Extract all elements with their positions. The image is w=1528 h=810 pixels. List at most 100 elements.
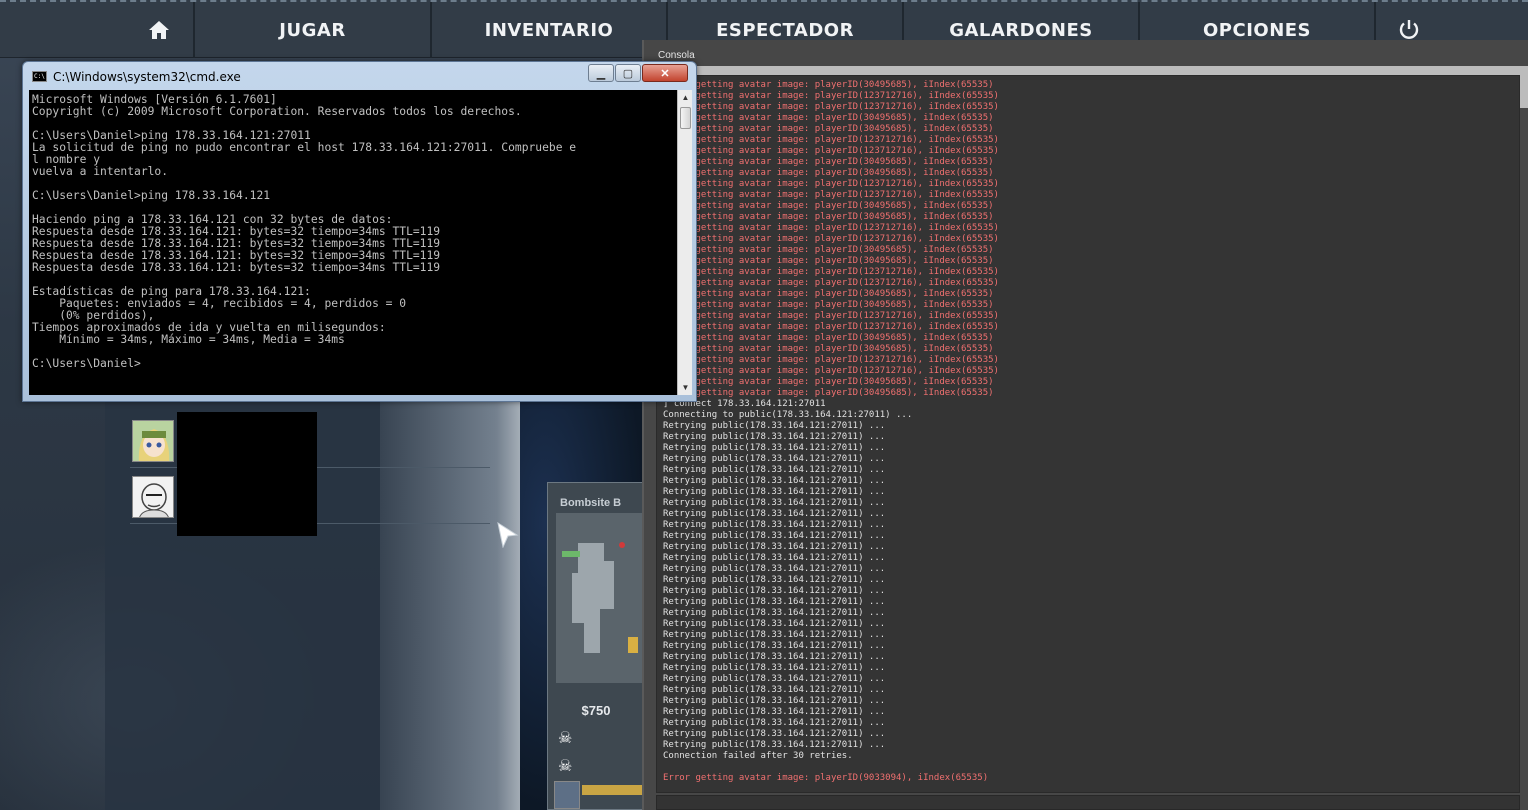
console-line: Retrying public(178.33.164.121:27011) ..… (663, 685, 886, 695)
map-title: Bombsite B (560, 497, 622, 509)
cmd-line: La solicitud de ping no pudo encontrar e… (32, 141, 577, 154)
console-line: Retrying public(178.33.164.121:27011) ..… (663, 498, 886, 508)
nav-home[interactable] (125, 2, 195, 58)
console-line: Retrying public(178.33.164.121:27011) ..… (663, 740, 886, 750)
console-line: Retrying public(178.33.164.121:27011) ..… (663, 509, 886, 519)
game-console-window: Consola Error getting avatar image: play… (642, 40, 1528, 810)
console-title: Consola (658, 50, 695, 61)
cmd-line: Mínimo = 34ms, Máximo = 34ms, Media = 34… (32, 333, 345, 346)
console-line: Retrying public(178.33.164.121:27011) ..… (663, 652, 886, 662)
console-error-line: Error getting avatar image: playerID(304… (663, 124, 994, 134)
console-line: Retrying public(178.33.164.121:27011) ..… (663, 520, 886, 530)
console-line: Retrying public(178.33.164.121:27011) ..… (663, 608, 886, 618)
console-error-line: Error getting avatar image: playerID(123… (663, 355, 999, 365)
console-line: Retrying public(178.33.164.121:27011) ..… (663, 630, 886, 640)
console-line: Retrying public(178.33.164.121:27011) ..… (663, 564, 886, 574)
scroll-up-icon[interactable]: ▲ (678, 90, 693, 105)
console-error-line: Error getting avatar image: playerID(123… (663, 179, 999, 189)
maximize-button[interactable]: ▢ (615, 64, 641, 82)
console-error-line: Error getting avatar image: playerID(304… (663, 212, 994, 222)
player-bar (582, 785, 642, 795)
redacted-box (177, 412, 317, 536)
console-line: Connecting to public(178.33.164.121:2701… (663, 410, 913, 420)
avatar (132, 420, 174, 462)
scroll-thumb[interactable] (680, 107, 691, 129)
console-log: Error getting avatar image: playerID(304… (663, 80, 999, 784)
price-label: $750 (581, 703, 611, 718)
console-line: Retrying public(178.33.164.121:27011) ..… (663, 553, 886, 563)
console-error-line: Error getting avatar image: playerID(123… (663, 135, 999, 145)
console-line: Retrying public(178.33.164.121:27011) ..… (663, 443, 886, 453)
power-icon (1397, 18, 1421, 42)
console-error-line: Error getting avatar image: playerID(123… (663, 102, 999, 112)
console-line: Retrying public(178.33.164.121:27011) ..… (663, 619, 886, 629)
console-error-line: Error getting avatar image: playerID(304… (663, 289, 994, 299)
avatar (554, 781, 580, 809)
console-error-line: Error getting avatar image: playerID(304… (663, 333, 994, 343)
console-error-line: Error getting avatar image: playerID(304… (663, 377, 994, 387)
console-error-line: Error getting avatar image: playerID(123… (663, 267, 999, 277)
console-line: Retrying public(178.33.164.121:27011) ..… (663, 663, 886, 673)
console-line: Retrying public(178.33.164.121:27011) ..… (663, 597, 886, 607)
skull-icon: ☠ (558, 730, 573, 747)
console-error-line: Error getting avatar image: playerID(123… (663, 234, 999, 244)
console-line: Retrying public(178.33.164.121:27011) ..… (663, 707, 886, 717)
console-line: Retrying public(178.33.164.121:27011) ..… (663, 696, 886, 706)
console-error-line: Error getting avatar image: playerID(304… (663, 168, 994, 178)
console-error-line: Error getting avatar image: playerID(123… (663, 278, 999, 288)
cmd-line: Copyright (c) 2009 Microsoft Corporation… (32, 105, 522, 118)
cmd-titlebar[interactable]: C:\ C:\Windows\system32\cmd.exe ▁ ▢ ✕ (23, 62, 696, 90)
console-error-line: Error getting avatar image: playerID(304… (663, 245, 994, 255)
cmd-line: C:\Users\Daniel> (32, 357, 141, 370)
console-error-line: Error getting avatar image: playerID(304… (663, 388, 994, 398)
console-line: Retrying public(178.33.164.121:27011) ..… (663, 487, 886, 497)
console-error-line: Error getting avatar image: playerID(123… (663, 91, 999, 101)
console-error-line: Error getting avatar image: playerID(123… (663, 146, 999, 156)
cmd-line: Respuesta desde 178.33.164.121: bytes=32… (32, 261, 441, 274)
console-line: Connection failed after 30 retries. (663, 751, 853, 761)
console-line: Retrying public(178.33.164.121:27011) ..… (663, 476, 886, 486)
console-error-line: Error getting avatar image: playerID(304… (663, 80, 994, 90)
cmd-line: C:\Users\Daniel>ping 178.33.164.121 (32, 189, 271, 202)
cmd-scrollbar[interactable]: ▲ ▼ (677, 90, 692, 395)
console-line: Retrying public(178.33.164.121:27011) ..… (663, 542, 886, 552)
console-line: Retrying public(178.33.164.121:27011) ..… (663, 531, 886, 541)
console-error-line: Error getting avatar image: playerID(304… (663, 344, 994, 354)
nav-inventario[interactable]: INVENTARIO (432, 2, 668, 58)
console-error-line: Error getting avatar image: playerID(123… (663, 366, 999, 376)
cmd-line: vuelva a intentarlo. (32, 165, 169, 178)
map-radar-image (556, 513, 642, 683)
console-error-line: Error getting avatar image: playerID(304… (663, 201, 994, 211)
console-line: Retrying public(178.33.164.121:27011) ..… (663, 718, 886, 728)
console-error-line: Error getting avatar image: playerID(123… (663, 311, 999, 321)
cmd-console[interactable]: Microsoft Windows [Versión 6.1.7601] Copy… (29, 90, 677, 395)
console-line: Retrying public(178.33.164.121:27011) ..… (663, 729, 886, 739)
console-output[interactable]: Error getting avatar image: playerID(304… (656, 75, 1520, 793)
console-line: Retrying public(178.33.164.121:27011) ..… (663, 575, 886, 585)
cmd-output: Microsoft Windows [Versión 6.1.7601] Copy… (32, 94, 576, 370)
console-error-line: Error getting avatar image: playerID(123… (663, 322, 999, 332)
console-error-line: Error getting avatar image: playerID(304… (663, 300, 994, 310)
console-error-line: Error getting avatar image: playerID(123… (663, 223, 999, 233)
nav-jugar[interactable]: JUGAR (195, 2, 432, 58)
console-input[interactable] (656, 795, 1520, 810)
console-line: Retrying public(178.33.164.121:27011) ..… (663, 465, 886, 475)
console-error-line: Error getting avatar image: playerID(304… (663, 157, 994, 167)
console-error-line: Error getting avatar image: playerID(304… (663, 113, 994, 123)
console-line: Retrying public(178.33.164.121:27011) ..… (663, 674, 886, 684)
cmd-title: C:\Windows\system32\cmd.exe (53, 70, 241, 84)
mouse-cursor-icon (497, 521, 519, 553)
console-error-line: Error getting avatar image: playerID(903… (663, 773, 989, 783)
skull-icon: ☠ (558, 758, 573, 775)
cmd-window: C:\ C:\Windows\system32\cmd.exe ▁ ▢ ✕ Mi… (22, 61, 697, 402)
scroll-down-icon[interactable]: ▼ (678, 380, 693, 395)
console-line: Retrying public(178.33.164.121:27011) ..… (663, 421, 886, 431)
console-line: Retrying public(178.33.164.121:27011) ..… (663, 454, 886, 464)
console-line: Retrying public(178.33.164.121:27011) ..… (663, 641, 886, 651)
cmd-app-icon: C:\ (32, 71, 47, 82)
console-line: Retrying public(178.33.164.121:27011) ..… (663, 432, 886, 442)
minimize-button[interactable]: ▁ (588, 64, 614, 82)
close-button[interactable]: ✕ (642, 64, 688, 82)
map-card[interactable]: Bombsite B $750 ☠ ☠ (547, 482, 643, 810)
